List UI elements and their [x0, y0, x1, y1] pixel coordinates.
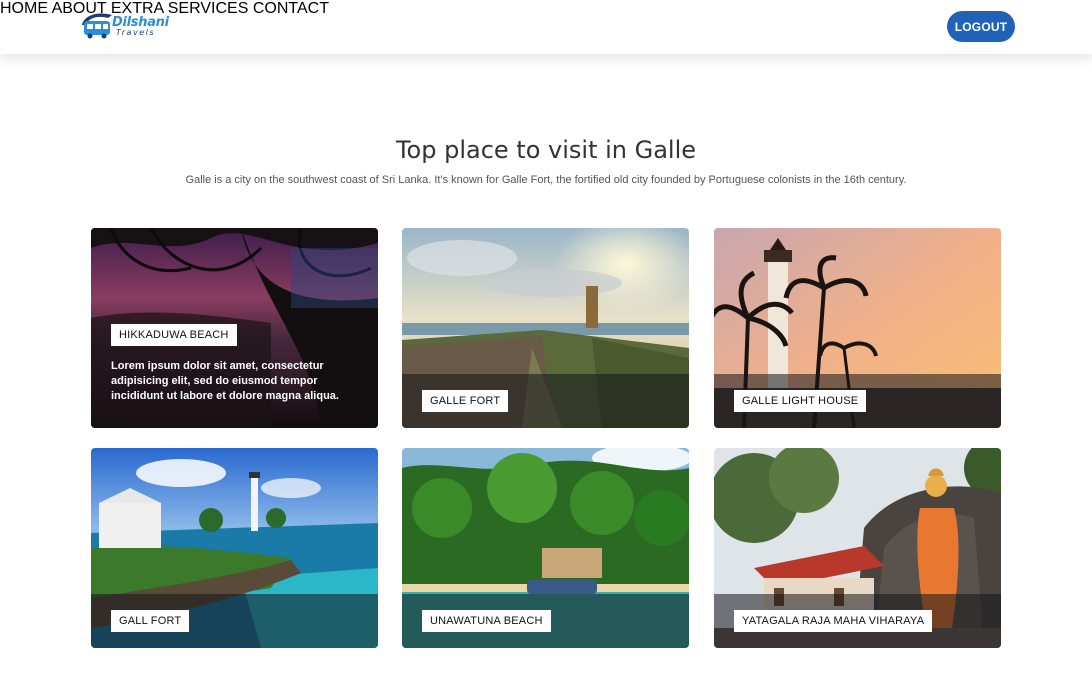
place-card-gall-fort[interactable]: GALL FORT [91, 448, 378, 648]
place-card-galle-fort[interactable]: GALLE FORT [402, 228, 689, 428]
nav-contact[interactable]: CONTACT [253, 0, 329, 17]
place-card-yatagala-raja-maha-viharaya[interactable]: YATAGALA RAJA MAHA VIHARAYA [714, 448, 1001, 648]
place-label: GALL FORT [111, 610, 190, 632]
place-description: Lorem ipsum dolor sit amet, consectetur … [111, 360, 339, 402]
place-label: HIKKADUWA BEACH [111, 324, 237, 346]
site-header: Dilshani Travels HOME ABOUT EXTRA SERVIC… [0, 0, 1092, 54]
place-label: UNAWATUNA BEACH [422, 610, 551, 632]
place-card-galle-light-house[interactable]: GALLE LIGHT HOUSE [714, 228, 1001, 428]
place-card-hikkaduwa-beach[interactable]: HIKKADUWA BEACH Lorem ipsum dolor sit am… [91, 228, 378, 428]
logout-button[interactable]: LOGOUT [947, 11, 1015, 42]
nav-home[interactable]: HOME [0, 0, 48, 17]
brand-tagline: Travels [116, 28, 156, 37]
place-label: YATAGALA RAJA MAHA VIHARAYA [734, 610, 933, 632]
place-label: GALLE LIGHT HOUSE [734, 390, 867, 412]
page-title: Top place to visit in Galle [395, 136, 697, 164]
place-label: GALLE FORT [422, 390, 509, 412]
page-subtitle: Galle is a city on the southwest coast o… [185, 174, 907, 186]
brand-logo[interactable]: Dilshani Travels [78, 9, 170, 41]
place-card-unawatuna-beach[interactable]: UNAWATUNA BEACH [402, 448, 689, 648]
